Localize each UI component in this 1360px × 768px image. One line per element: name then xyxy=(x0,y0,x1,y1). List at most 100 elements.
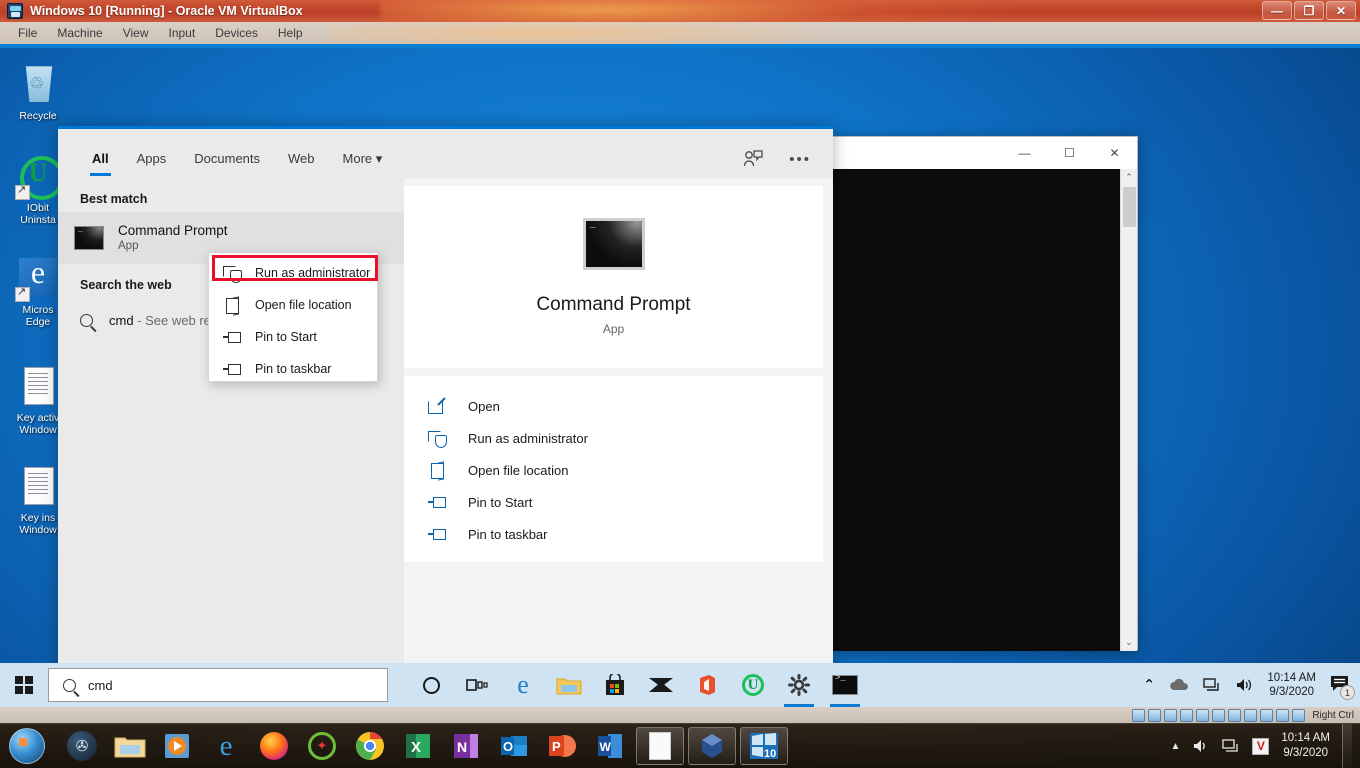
host-clock[interactable]: 10:14 AM 9/3/2020 xyxy=(1281,731,1330,761)
guest-additions-icon[interactable] xyxy=(1292,708,1306,722)
steam-icon[interactable]: ✇ xyxy=(58,724,106,768)
start-button[interactable] xyxy=(0,663,48,707)
firefox-icon[interactable] xyxy=(250,724,298,768)
windows-logo-icon xyxy=(15,676,33,694)
chrome-icon[interactable] xyxy=(346,724,394,768)
command-prompt-icon[interactable]: >_ xyxy=(822,663,868,707)
hard-disk-icon[interactable] xyxy=(1132,708,1146,722)
action-label: Open file location xyxy=(468,462,569,478)
host-key-icon[interactable] xyxy=(1276,708,1290,722)
mouse-integration-icon[interactable] xyxy=(1260,708,1274,722)
tab-web[interactable]: Web xyxy=(276,152,327,178)
menu-devices[interactable]: Devices xyxy=(205,22,268,44)
outlook-icon[interactable]: O xyxy=(490,724,538,768)
restore-button[interactable]: ❐ xyxy=(1294,1,1324,20)
context-menu-item-label: Pin to Start xyxy=(255,330,317,344)
display-icon[interactable] xyxy=(1228,708,1242,722)
context-menu-item-pin-to-start[interactable]: Pin to Start xyxy=(209,321,377,353)
menu-help[interactable]: Help xyxy=(268,22,313,44)
tab-apps[interactable]: Apps xyxy=(125,152,179,178)
console-titlebar[interactable]: — ☐ ✕ xyxy=(833,137,1137,169)
office-icon[interactable] xyxy=(684,663,730,707)
feedback-person-icon[interactable] xyxy=(743,150,763,168)
optical-drive-icon[interactable] xyxy=(1148,708,1162,722)
edge-icon[interactable]: e xyxy=(500,663,546,707)
volume-icon[interactable] xyxy=(1192,738,1210,754)
virtualbox-window-button[interactable] xyxy=(688,727,736,765)
context-menu-item-open-file-location[interactable]: Open file location xyxy=(209,289,377,321)
show-hidden-icons-icon[interactable]: ⌃ xyxy=(1143,676,1156,694)
action-run-as-administrator[interactable]: Run as administrator xyxy=(404,422,823,454)
action-open[interactable]: Open xyxy=(404,390,823,422)
task-view-icon[interactable] xyxy=(454,663,500,707)
virtualbox-icon xyxy=(7,3,23,19)
file-explorer-icon[interactable] xyxy=(106,724,154,768)
web-result-query: cmd xyxy=(109,312,134,328)
menu-input[interactable]: Input xyxy=(159,22,206,44)
network-adapter-icon[interactable] xyxy=(1180,708,1194,722)
minimize-button[interactable]: — xyxy=(1002,137,1047,169)
guest-taskbar-icons: e U >_ xyxy=(408,663,868,707)
clock[interactable]: 10:14 AM 9/3/2020 xyxy=(1267,671,1316,699)
close-button[interactable]: ✕ xyxy=(1092,137,1137,169)
desktop-icon-recycle-bin[interactable]: Recycle xyxy=(6,62,70,122)
volume-icon[interactable] xyxy=(1235,677,1253,693)
powerpoint-icon[interactable]: P xyxy=(538,724,586,768)
mail-icon[interactable] xyxy=(638,663,684,707)
search-panel: All Apps Documents Web More ▾ ••• Best m… xyxy=(58,126,833,707)
menu-view[interactable]: View xyxy=(113,22,159,44)
scroll-down-icon[interactable]: ⌄ xyxy=(1125,634,1133,651)
close-button[interactable]: ✕ xyxy=(1326,1,1356,20)
context-menu-item-run-as-administrator[interactable]: Run as administrator xyxy=(209,257,377,289)
preview-actions-list: Open Run as administrator Open file loca… xyxy=(404,376,823,562)
action-open-file-location[interactable]: Open file location xyxy=(404,454,823,486)
more-options-icon[interactable]: ••• xyxy=(789,151,811,168)
recording-icon[interactable] xyxy=(1244,708,1258,722)
document-window-button[interactable] xyxy=(636,727,684,765)
show-desktop-button[interactable] xyxy=(1342,723,1352,768)
chevron-down-icon: ▾ xyxy=(375,151,383,166)
iobit-uninstaller-icon[interactable]: U xyxy=(730,663,776,707)
internet-explorer-icon[interactable]: e xyxy=(202,724,250,768)
tab-documents[interactable]: Documents xyxy=(182,152,272,178)
show-hidden-icons-icon[interactable]: ▲ xyxy=(1171,741,1181,752)
floppy-icon[interactable] xyxy=(1164,708,1178,722)
host-taskbar: ✇ e ✦ X N O P W 10 ▲ V 10:14 AM 9/3/2020 xyxy=(0,723,1360,768)
host-start-button[interactable] xyxy=(0,724,54,768)
iobit-icon[interactable]: ✦ xyxy=(298,724,346,768)
tab-more[interactable]: More ▾ xyxy=(331,152,395,178)
windows10-vm-window-button[interactable]: 10 xyxy=(740,727,788,765)
usb-icon[interactable] xyxy=(1196,708,1210,722)
network-icon[interactable] xyxy=(1203,677,1221,693)
excel-icon[interactable]: X xyxy=(394,724,442,768)
shared-folders-icon[interactable] xyxy=(1212,708,1226,722)
virtualbox-title: Windows 10 [Running] - Oracle VM Virtual… xyxy=(30,4,303,18)
context-menu: Run as administrator Open file location … xyxy=(208,252,378,382)
word-icon[interactable]: W xyxy=(586,724,634,768)
settings-gear-icon[interactable] xyxy=(776,663,822,707)
action-label: Pin to taskbar xyxy=(468,526,548,542)
onenote-icon[interactable]: N xyxy=(442,724,490,768)
network-icon[interactable] xyxy=(1222,738,1240,754)
action-pin-to-taskbar[interactable]: Pin to taskbar xyxy=(404,518,823,550)
media-player-icon[interactable] xyxy=(154,724,202,768)
maximize-button[interactable]: ☐ xyxy=(1047,137,1092,169)
menu-file[interactable]: File xyxy=(8,22,47,44)
antivirus-icon[interactable]: V xyxy=(1252,737,1270,755)
notification-icon[interactable]: 1 xyxy=(1330,675,1355,700)
file-explorer-icon[interactable] xyxy=(546,663,592,707)
virtualbox-titlebar[interactable]: Windows 10 [Running] - Oracle VM Virtual… xyxy=(0,0,1360,22)
search-input[interactable]: cmd xyxy=(48,668,388,702)
context-menu-item-pin-to-taskbar[interactable]: Pin to taskbar xyxy=(209,353,377,385)
menu-machine[interactable]: Machine xyxy=(47,22,112,44)
microsoft-store-icon[interactable] xyxy=(592,663,638,707)
action-pin-to-start[interactable]: Pin to Start xyxy=(404,486,823,518)
cortana-icon[interactable] xyxy=(408,663,454,707)
scrollbar-thumb[interactable] xyxy=(1123,187,1136,227)
scroll-up-icon[interactable]: ⌃ xyxy=(1125,169,1133,186)
onedrive-cloud-icon[interactable] xyxy=(1169,678,1189,692)
minimize-button[interactable]: — xyxy=(1262,1,1292,20)
console-scrollbar[interactable]: ⌃ ⌄ xyxy=(1120,169,1137,651)
tab-all[interactable]: All xyxy=(80,152,121,178)
pin-icon xyxy=(223,360,241,378)
